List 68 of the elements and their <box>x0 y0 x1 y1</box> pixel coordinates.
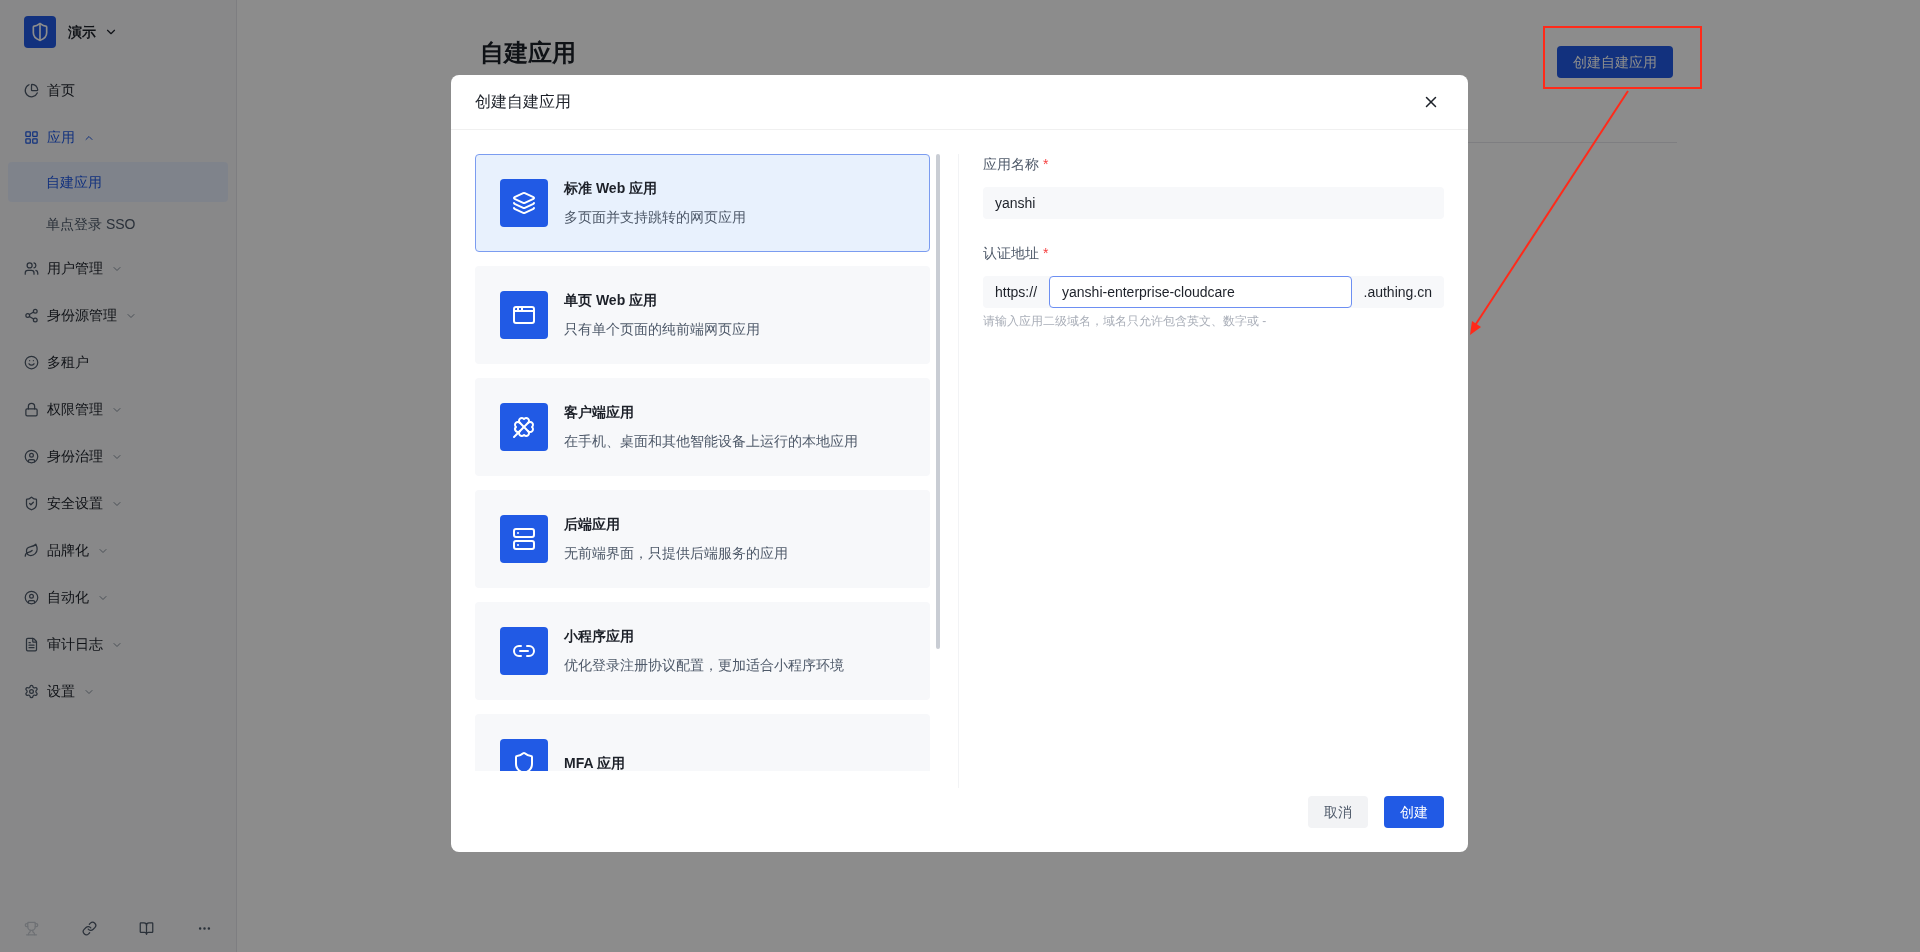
app-type-title: 小程序应用 <box>564 627 635 646</box>
share-icon <box>24 308 39 323</box>
field-label: 认证地址 <box>983 244 1039 263</box>
clover-icon <box>500 403 548 451</box>
required-mark: * <box>1043 155 1049 174</box>
app-type-card[interactable]: 小程序应用 优化登录注册协议配置，更加适合小程序环境 <box>475 602 930 700</box>
required-mark: * <box>1043 244 1049 263</box>
field-hint: 请输入应用二级域名，域名只允许包含英文、数字或 - <box>983 313 1268 330</box>
layers-icon <box>500 179 548 227</box>
app-type-title: 单页 Web 应用 <box>564 291 659 310</box>
subdomain-field[interactable]: yanshi-enterprise-cloudcare <box>1049 276 1352 308</box>
user-icon <box>24 449 39 464</box>
nav-subitem[interactable]: 单点登录 SSO <box>8 204 228 244</box>
grid-icon <box>24 130 39 145</box>
create-button[interactable]: 创建 <box>1384 796 1444 828</box>
create-app-button[interactable]: 创建自建应用 <box>1557 46 1673 78</box>
user-circle-icon <box>24 590 39 605</box>
smile-icon <box>24 355 39 370</box>
nav-item[interactable]: 身份治理 <box>8 434 228 479</box>
document-icon <box>24 637 39 652</box>
field-label: 应用名称 <box>983 155 1039 174</box>
nav-item[interactable]: 多租户 <box>8 340 228 385</box>
app-type-title: 后端应用 <box>564 515 621 534</box>
app-type-title: MFA 应用 <box>564 753 625 771</box>
url-prefix: https:// <box>994 282 1039 302</box>
shield-icon <box>24 496 39 511</box>
link-icon <box>81 921 97 936</box>
lock-icon <box>24 402 39 417</box>
app-type-card[interactable]: 标准 Web 应用 多页面并支持跳转的网页应用 <box>475 154 930 252</box>
url-suffix: .authing.cn <box>1362 282 1433 302</box>
nav-item[interactable]: 用户管理 <box>8 246 228 291</box>
nav-item[interactable]: 品牌化 <box>8 528 228 573</box>
users-icon <box>24 261 39 276</box>
app-type-card[interactable]: MFA 应用 <box>475 714 930 771</box>
nav-item[interactable]: 安全设置 <box>8 481 228 526</box>
nav-item[interactable]: 设置 <box>8 669 228 714</box>
app-type-title: 标准 Web 应用 <box>564 179 659 198</box>
pie-chart-icon <box>24 83 39 98</box>
link-icon <box>500 627 548 675</box>
app-type-description: 多页面并支持跳转的网页应用 <box>564 208 746 227</box>
page-title: 自建应用 <box>480 38 576 68</box>
app-type-card[interactable]: 后端应用 无前端界面，只提供后端服务的应用 <box>475 490 930 588</box>
nav-item[interactable]: 权限管理 <box>8 387 228 432</box>
app-type-card[interactable]: 单页 Web 应用 只有单个页面的纯前端网页应用 <box>475 266 930 364</box>
window-icon <box>500 291 548 339</box>
nav-item[interactable]: 审计日志 <box>8 622 228 667</box>
app-type-title: 客户端应用 <box>564 403 635 422</box>
cancel-button[interactable]: 取消 <box>1308 796 1368 828</box>
book-icon <box>139 921 155 936</box>
nav-item[interactable]: 首页 <box>8 68 228 113</box>
logo-icon <box>24 16 56 48</box>
nav-subitem[interactable]: 自建应用 <box>8 162 228 202</box>
app-type-description: 无前端界面，只提供后端服务的应用 <box>564 544 788 563</box>
server-icon <box>500 515 548 563</box>
gear-icon <box>24 684 39 699</box>
nav-item[interactable]: 身份源管理 <box>8 293 228 338</box>
nav-item[interactable]: 应用 <box>8 115 228 160</box>
app-type-description: 在手机、桌面和其他智能设备上运行的本地应用 <box>564 432 858 451</box>
app-name-field[interactable]: yanshi <box>983 187 1444 219</box>
trophy-icon <box>24 921 39 936</box>
nav-item[interactable]: 自动化 <box>8 575 228 620</box>
app-type-description: 优化登录注册协议配置，更加适合小程序环境 <box>564 656 844 675</box>
workspace-selector[interactable]: 演示 <box>68 21 118 43</box>
leaf-icon <box>24 543 39 558</box>
app-type-card[interactable]: 客户端应用 在手机、桌面和其他智能设备上运行的本地应用 <box>475 378 930 476</box>
dialog-title: 创建自建应用 <box>475 92 571 112</box>
app-type-description: 只有单个页面的纯前端网页应用 <box>564 320 760 339</box>
scrollbar[interactable] <box>936 154 940 649</box>
